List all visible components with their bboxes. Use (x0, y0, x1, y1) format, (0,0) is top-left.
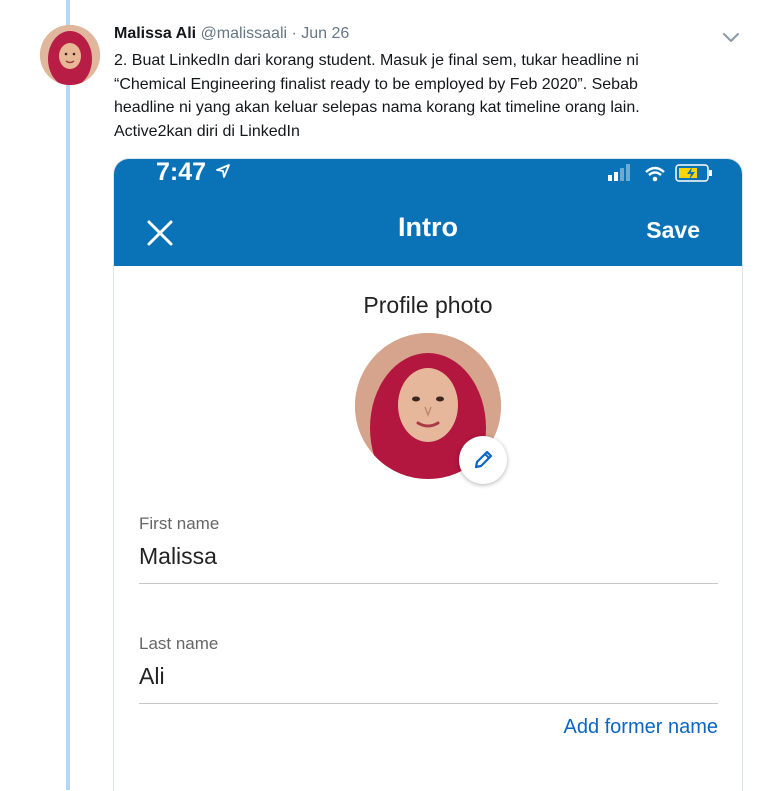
status-time: 7:47 (156, 159, 231, 185)
battery-icon (675, 164, 712, 182)
last-name-label: Last name (139, 634, 219, 653)
last-name-field[interactable]: Ali (139, 663, 165, 690)
author-handle[interactable]: @malissaali (201, 25, 287, 42)
status-time-text: 7:47 (156, 158, 207, 186)
profile-photo-label: Profile photo (363, 292, 493, 318)
linkedin-app-bar: 7:47 Intro Save (114, 159, 742, 266)
tweet-text: 2. Buat LinkedIn dari korang student. Ma… (114, 49, 714, 143)
tweet-text-line: “Chemical Engineering finalist ready to … (114, 75, 638, 93)
author-avatar[interactable] (40, 25, 100, 85)
author-name[interactable]: Malissa Ali (114, 25, 196, 42)
header-separator: · (291, 25, 297, 42)
attached-screenshot[interactable]: 7:47 Intro Save Profile photo First name… (113, 158, 743, 791)
edit-photo-button[interactable] (459, 436, 507, 484)
tweet-text-line: 2. Buat LinkedIn dari korang student. Ma… (114, 52, 639, 69)
status-icons (608, 162, 716, 189)
thread-line (66, 0, 70, 790)
last-name-underline (139, 703, 718, 704)
location-arrow-icon (216, 164, 230, 178)
wifi-icon (645, 166, 665, 182)
tweet-header: Malissa Ali @malissaali · Jun 26 (114, 25, 349, 43)
save-button[interactable]: Save (646, 217, 700, 244)
tweet-text-line: Active2kan diri di LinkedIn (114, 122, 300, 140)
tweet-text-line: headline ni yang akan keluar selepas nam… (114, 99, 640, 117)
first-name-label: First name (139, 514, 220, 533)
first-name-underline (139, 583, 718, 584)
add-former-name-link[interactable]: Add former name (563, 716, 718, 739)
chevron-down-icon[interactable] (721, 27, 741, 47)
first-name-field[interactable]: Malissa (139, 543, 217, 570)
pencil-icon (474, 450, 493, 469)
signal-icon (608, 164, 630, 181)
tweet-date[interactable]: Jun 26 (301, 25, 349, 42)
